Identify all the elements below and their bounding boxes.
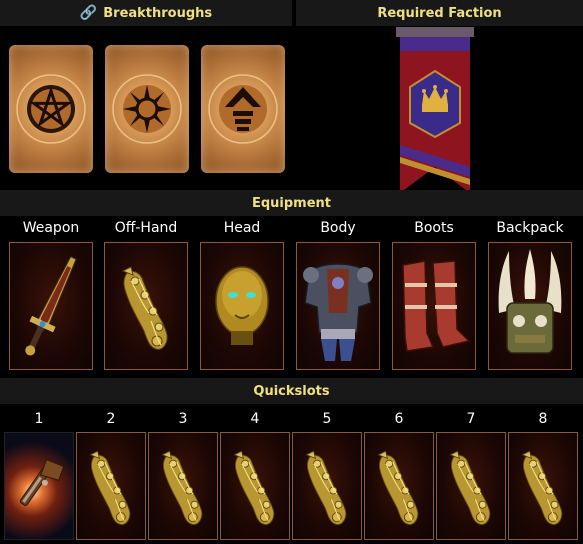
- quickslot-2[interactable]: [76, 432, 146, 540]
- sword-icon: [25, 256, 77, 356]
- equip-label-head: Head: [223, 220, 261, 236]
- equip-slot-head[interactable]: [200, 242, 284, 370]
- quickslot-number-5: 5: [322, 411, 332, 427]
- equip-label-boots: Boots: [414, 220, 454, 236]
- equipment-header: Equipment: [0, 190, 583, 216]
- quickslots-title: Quickslots: [253, 383, 330, 399]
- quickslot-3[interactable]: [148, 432, 218, 540]
- arrow-up-icon: [208, 74, 278, 144]
- gauntlet-icon: [233, 450, 275, 526]
- quickslot-4[interactable]: [220, 432, 290, 540]
- gauntlet-icon: [377, 450, 419, 526]
- gauntlet-icon: [89, 450, 131, 526]
- breakthrough-card-3[interactable]: [201, 45, 285, 173]
- quickslot-number-4: 4: [250, 411, 260, 427]
- chain-link-icon: 🔗: [79, 5, 98, 21]
- crown-banner-icon: [396, 27, 474, 193]
- horned-backpack-icon: [498, 249, 562, 354]
- equip-label-backpack: Backpack: [496, 220, 564, 236]
- breakthrough-card-1[interactable]: [9, 45, 93, 173]
- equipment-title: Equipment: [251, 195, 332, 211]
- pentagram-icon: [16, 74, 86, 144]
- armor-icon: [303, 263, 373, 361]
- quickslot-8[interactable]: [508, 432, 578, 540]
- boots-icon: [402, 260, 471, 352]
- gauntlet-icon: [305, 450, 347, 526]
- breakthroughs-header: 🔗 Breakthroughs: [0, 0, 292, 26]
- gauntlet-icon: [521, 450, 563, 526]
- quickslot-number-3: 3: [178, 411, 188, 427]
- pistol-icon: [19, 458, 65, 506]
- faction-header: Required Faction: [296, 0, 583, 26]
- quickslot-7[interactable]: [436, 432, 506, 540]
- faction-banner[interactable]: [396, 27, 474, 193]
- sun-icon: [112, 74, 182, 144]
- equip-slot-boots[interactable]: [392, 242, 476, 370]
- gauntlet-icon: [449, 450, 491, 526]
- faction-title: Required Faction: [377, 5, 502, 21]
- quickslot-1[interactable]: [4, 432, 74, 540]
- equip-slot-offhand[interactable]: [104, 242, 188, 370]
- equip-slot-body[interactable]: [296, 242, 380, 370]
- golden-mask-icon: [215, 266, 269, 345]
- gauntlet-icon: [161, 450, 203, 526]
- quickslot-number-8: 8: [538, 411, 548, 427]
- quickslots-header: Quickslots: [0, 378, 583, 404]
- quickslot-number-1: 1: [34, 411, 44, 427]
- gauntlet-icon: [122, 266, 168, 350]
- quickslot-number-6: 6: [394, 411, 404, 427]
- quickslot-5[interactable]: [292, 432, 362, 540]
- quickslot-6[interactable]: [364, 432, 434, 540]
- equip-slot-weapon[interactable]: [9, 242, 93, 370]
- breakthroughs-title: Breakthroughs: [103, 5, 213, 21]
- quickslot-number-2: 2: [106, 411, 116, 427]
- equip-slot-backpack[interactable]: [488, 242, 572, 370]
- equip-label-body: Body: [320, 220, 356, 236]
- equip-label-offhand: Off-Hand: [114, 220, 178, 236]
- equip-label-weapon: Weapon: [22, 220, 80, 236]
- breakthrough-card-2[interactable]: [105, 45, 189, 173]
- quickslot-number-7: 7: [466, 411, 476, 427]
